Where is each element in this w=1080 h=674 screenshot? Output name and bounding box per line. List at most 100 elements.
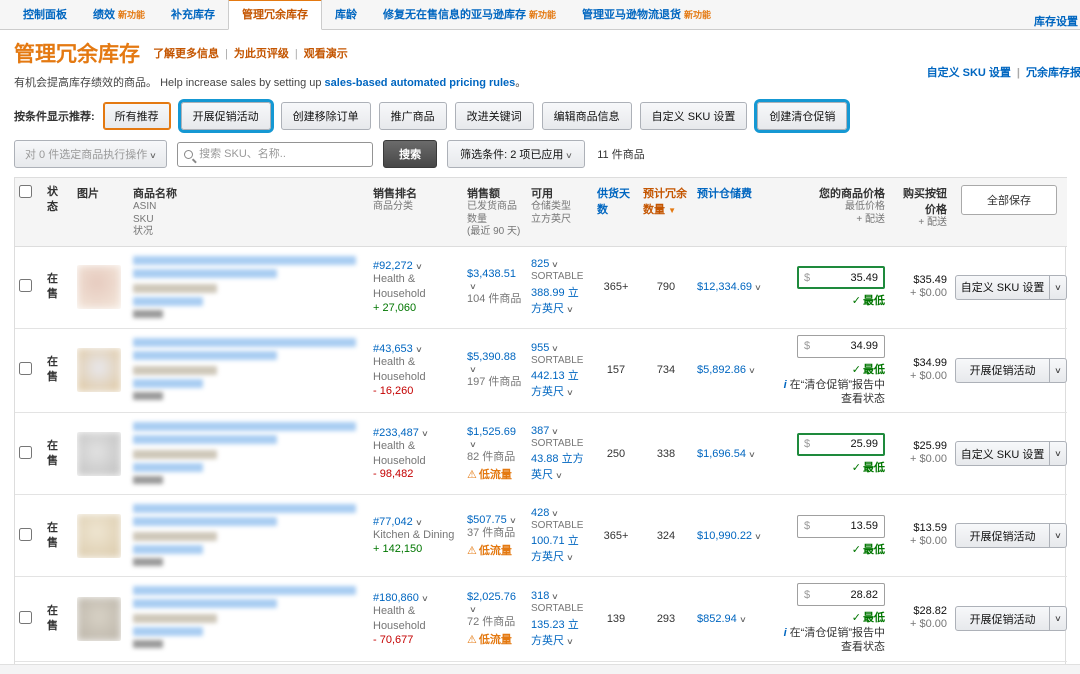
chevron-down-icon[interactable]: ∨ (551, 344, 559, 353)
row-action-button[interactable]: 自定义 SKU 设置 ∨ (955, 275, 1067, 300)
nav-tab[interactable]: 补充库存 (158, 0, 228, 29)
chevron-down-icon[interactable]: ∨ (469, 365, 477, 374)
available-qty-link[interactable]: 955 (531, 342, 549, 354)
search-input[interactable] (199, 148, 366, 160)
rate-page-link[interactable]: 为此页评级 (234, 48, 289, 60)
chevron-down-icon[interactable]: ∨ (415, 518, 423, 527)
chevron-down-icon[interactable]: ∨ (748, 450, 756, 459)
search-button[interactable]: 搜索 (383, 140, 437, 168)
recommendation-filter-button[interactable]: 自定义 SKU 设置 (640, 102, 748, 130)
save-all-button[interactable]: 全部保存 (961, 185, 1057, 215)
chevron-down-icon[interactable]: ∨ (566, 553, 574, 562)
pricing-rules-link[interactable]: sales-based automated pricing rules (325, 77, 516, 89)
chevron-down-icon[interactable]: ∨ (1054, 449, 1062, 458)
chevron-down-icon[interactable]: ∨ (551, 427, 559, 436)
row-action-button[interactable]: 开展促销活动 ∨ (955, 523, 1067, 548)
chevron-down-icon[interactable]: ∨ (739, 615, 747, 624)
filter-dropdown[interactable]: 筛选条件: 2 项已应用∨ (447, 140, 585, 168)
learn-more-link[interactable]: 了解更多信息 (153, 48, 219, 60)
row-action-button[interactable]: 自定义 SKU 设置 ∨ (955, 441, 1067, 466)
product-image[interactable] (77, 514, 121, 558)
chevron-down-icon[interactable]: ∨ (1054, 614, 1062, 623)
nav-tab[interactable]: 管理冗余库存 (228, 0, 322, 30)
storage-fee-link[interactable]: $10,990.22 (697, 530, 752, 542)
available-qty-link[interactable]: 387 (531, 425, 549, 437)
available-qty-link[interactable]: 428 (531, 507, 549, 519)
chevron-down-icon[interactable]: ∨ (469, 440, 477, 449)
recommendation-filter-button[interactable]: 创建清仓促销 (757, 102, 847, 130)
row-checkbox[interactable] (19, 446, 32, 459)
nav-tab[interactable]: 管理亚马逊物流退货新功能 (569, 0, 724, 29)
product-image[interactable] (77, 432, 121, 476)
recommendation-filter-button[interactable]: 所有推荐 (103, 102, 171, 130)
select-all-checkbox[interactable] (19, 185, 32, 198)
price-input[interactable] (810, 438, 878, 450)
sales-amount-link[interactable]: $2,025.76 (467, 591, 516, 603)
price-input[interactable] (810, 589, 878, 601)
sales-rank-link[interactable]: #92,272 (373, 260, 413, 272)
chevron-down-icon[interactable]: ∨ (754, 532, 762, 541)
sales-amount-link[interactable]: $3,438.51 (467, 268, 516, 280)
nav-tab[interactable]: 修复无在售信息的亚马逊库存新功能 (370, 0, 569, 29)
product-name-block[interactable] (129, 246, 369, 328)
price-input-box[interactable]: $ (797, 433, 885, 456)
chevron-down-icon[interactable]: ∨ (551, 592, 559, 601)
row-checkbox[interactable] (19, 362, 32, 375)
price-input[interactable] (810, 340, 878, 352)
inventory-settings-link[interactable]: 库存设置 (1034, 5, 1080, 29)
custom-sku-settings-link[interactable]: 自定义 SKU 设置 (927, 67, 1011, 79)
chevron-down-icon[interactable]: ∨ (748, 366, 756, 375)
recommendation-filter-button[interactable]: 编辑商品信息 (542, 102, 632, 130)
chevron-down-icon[interactable]: ∨ (1054, 531, 1062, 540)
sales-rank-link[interactable]: #43,653 (373, 343, 413, 355)
chevron-down-icon[interactable]: ∨ (754, 283, 762, 292)
price-input-box[interactable]: $ (797, 266, 885, 289)
sales-rank-link[interactable]: #180,860 (373, 592, 419, 604)
chevron-down-icon[interactable]: ∨ (469, 282, 477, 291)
recommendation-filter-button[interactable]: 推广商品 (379, 102, 447, 130)
price-input-box[interactable]: $ (797, 583, 885, 606)
available-qty-link[interactable]: 825 (531, 258, 549, 270)
nav-tab[interactable]: 库龄 (322, 0, 370, 29)
product-name-block[interactable] (129, 328, 369, 413)
watch-demo-link[interactable]: 观看演示 (304, 48, 348, 60)
recommendation-filter-button[interactable]: 开展促销活动 (181, 102, 271, 130)
row-checkbox[interactable] (19, 528, 32, 541)
chevron-down-icon[interactable]: ∨ (415, 345, 423, 354)
chevron-down-icon[interactable]: ∨ (421, 429, 429, 438)
storage-fee-link[interactable]: $5,892.86 (697, 364, 746, 376)
column-estimated-excess-sort[interactable]: 预计冗余数量 ▼ (639, 178, 693, 247)
column-storage-fee-sort[interactable]: 预计仓储费 (697, 188, 752, 200)
storage-fee-link[interactable]: $12,334.69 (697, 281, 752, 293)
product-name-block[interactable] (129, 495, 369, 577)
product-image[interactable] (77, 348, 121, 392)
sales-amount-link[interactable]: $5,390.88 (467, 351, 516, 363)
price-input-box[interactable]: $ (797, 335, 885, 358)
sales-amount-link[interactable]: $507.75 (467, 514, 507, 526)
row-checkbox[interactable] (19, 611, 32, 624)
chevron-down-icon[interactable]: ∨ (566, 305, 574, 314)
price-input[interactable] (810, 520, 878, 532)
recommendation-filter-button[interactable]: 改进关键词 (455, 102, 534, 130)
chevron-down-icon[interactable]: ∨ (566, 388, 574, 397)
chevron-down-icon[interactable]: ∨ (1054, 283, 1062, 292)
available-qty-link[interactable]: 318 (531, 590, 549, 602)
bulk-action-dropdown[interactable]: 对 0 件选定商品执行操作∨ (14, 140, 167, 168)
storage-fee-link[interactable]: $852.94 (697, 613, 737, 625)
product-name-block[interactable] (129, 577, 369, 662)
chevron-down-icon[interactable]: ∨ (566, 637, 574, 646)
chevron-down-icon[interactable]: ∨ (421, 594, 429, 603)
nav-tab[interactable]: 控制面板 (10, 0, 80, 29)
chevron-down-icon[interactable]: ∨ (509, 516, 517, 525)
row-action-button[interactable]: 开展促销活动 ∨ (955, 606, 1067, 631)
chevron-down-icon[interactable]: ∨ (469, 605, 477, 614)
search-box[interactable] (177, 142, 373, 167)
sales-amount-link[interactable]: $1,525.69 (467, 426, 516, 438)
price-input-box[interactable]: $ (797, 515, 885, 538)
sales-rank-link[interactable]: #77,042 (373, 516, 413, 528)
chevron-down-icon[interactable]: ∨ (1054, 366, 1062, 375)
recommendation-filter-button[interactable]: 创建移除订单 (281, 102, 371, 130)
sales-rank-link[interactable]: #233,487 (373, 427, 419, 439)
product-image[interactable] (77, 597, 121, 641)
chevron-down-icon[interactable]: ∨ (551, 509, 559, 518)
